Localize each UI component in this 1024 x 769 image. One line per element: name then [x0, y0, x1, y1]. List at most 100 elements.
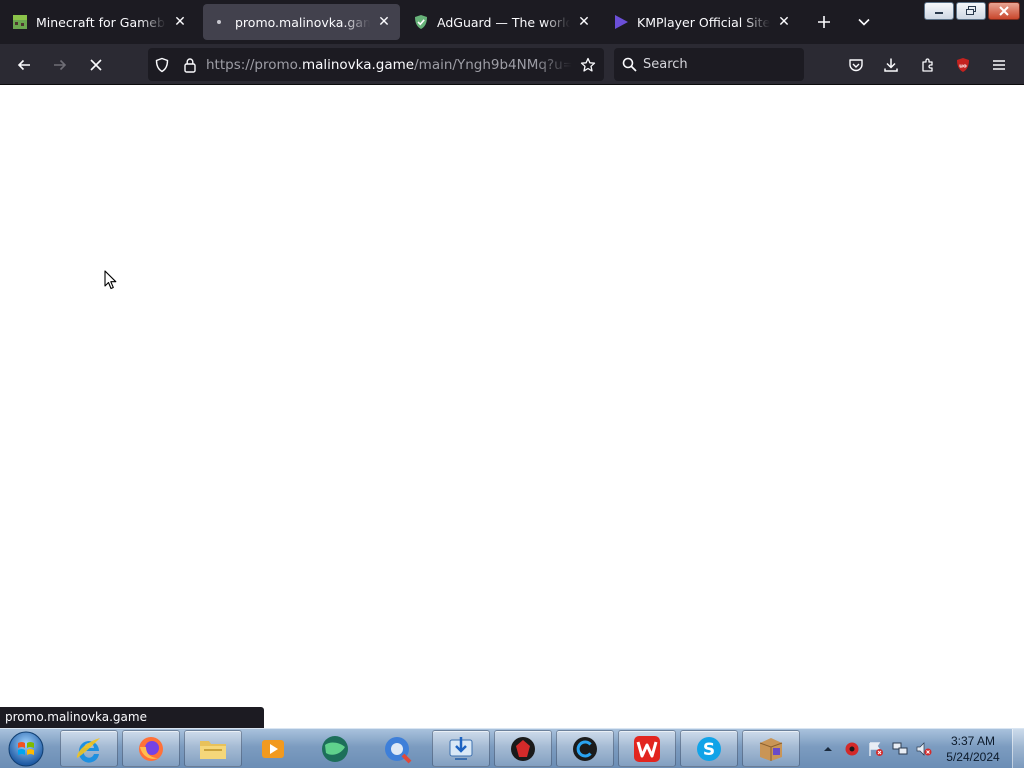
network-icon: [892, 742, 908, 755]
taskbar-media-player[interactable]: [244, 730, 302, 767]
mouse-cursor-icon: [104, 270, 118, 294]
ublock-origin-button[interactable]: uo: [948, 50, 978, 80]
windows-orb-icon: [8, 731, 44, 767]
hamburger-menu-icon: [993, 60, 1005, 70]
navigation-toolbar: https://promo.malinovka.game/main/Yngh9b…: [0, 44, 1024, 85]
download-arrow-icon: [884, 58, 898, 72]
close-window-button[interactable]: [988, 2, 1020, 20]
speaker-muted-icon: [916, 742, 932, 756]
pocket-icon: [849, 59, 863, 72]
green-globe-icon: [322, 735, 348, 762]
search-bar[interactable]: [614, 48, 804, 81]
tray-volume[interactable]: [914, 739, 934, 759]
taskbar-chrome-like[interactable]: [368, 730, 426, 767]
close-tab-icon[interactable]: ✕: [376, 14, 392, 30]
download-manager-icon: [449, 736, 473, 760]
restore-button[interactable]: [956, 2, 986, 20]
kmplayer-triangle-icon: [613, 14, 629, 30]
close-tab-icon[interactable]: ✕: [172, 14, 188, 30]
svg-text:S: S: [703, 740, 715, 760]
chevron-down-icon: [858, 18, 870, 26]
tray-network[interactable]: [890, 739, 910, 759]
window-controls: [924, 2, 1020, 20]
tab-title: promo.malinovka.game/m...: [235, 14, 370, 30]
wps-office-icon: [634, 735, 660, 762]
minimize-button[interactable]: [924, 2, 954, 20]
arrow-right-icon: [54, 59, 67, 71]
taskbar-ccleaner[interactable]: [556, 730, 614, 767]
url-path: /main/Yngh9b4NMq?u=2d...: [414, 56, 572, 73]
tab-minecraft[interactable]: Minecraft for Gameboy/ps... ✕: [4, 4, 196, 40]
file-explorer-icon: [200, 740, 226, 759]
close-tab-icon[interactable]: ✕: [776, 14, 792, 30]
tray-red-gear[interactable]: [842, 739, 862, 759]
flag-error-icon: [869, 742, 883, 756]
url-prefix: https://promo.: [206, 56, 302, 73]
minecraft-block-icon: [12, 14, 28, 30]
taskbar-skype[interactable]: S: [680, 730, 738, 767]
close-icon: [999, 6, 1009, 16]
list-all-tabs-button[interactable]: [850, 8, 878, 36]
svg-text:uo: uo: [959, 64, 967, 70]
taskbar-wps-office[interactable]: [618, 730, 676, 767]
adguard-shield-icon: [413, 14, 429, 30]
search-input[interactable]: [643, 57, 793, 72]
back-button[interactable]: [9, 50, 39, 80]
show-desktop-button[interactable]: [1012, 729, 1024, 769]
taskbar-download-manager[interactable]: [432, 730, 490, 767]
link-status-tooltip: promo.malinovka.game: [0, 707, 264, 728]
tab-malinovka[interactable]: promo.malinovka.game/m... ✕: [203, 4, 400, 40]
taskbar-ie[interactable]: [60, 730, 118, 767]
minimize-icon: [935, 12, 943, 14]
taskbar-clock[interactable]: 3:37 AM 5/24/2024: [940, 733, 1006, 765]
search-icon: [622, 57, 637, 72]
generic-dot-icon: [211, 14, 227, 30]
taskbar-green-globe[interactable]: [306, 730, 364, 767]
address-bar[interactable]: https://promo.malinovka.game/main/Yngh9b…: [148, 48, 604, 81]
clock-time: 3:37 AM: [950, 734, 996, 748]
ublock-origin-icon: uo: [957, 58, 969, 72]
start-button[interactable]: [4, 730, 48, 768]
tab-kmplayer[interactable]: KMPlayer Official Site | Best... ✕: [605, 4, 800, 40]
extensions-button[interactable]: [913, 50, 943, 80]
tab-strip: Minecraft for Gameboy/ps... ✕ promo.mali…: [0, 0, 1024, 44]
chevron-up-icon: [824, 747, 832, 751]
taskbar-file-explorer[interactable]: [184, 730, 242, 767]
skype-icon: S: [697, 736, 721, 761]
tray-action-center[interactable]: [866, 739, 886, 759]
pocket-button[interactable]: [841, 50, 871, 80]
page-content-area[interactable]: [0, 85, 1024, 728]
windows-taskbar: S 3:37 AM 5/24/2024: [0, 728, 1024, 769]
app-menu-button[interactable]: [984, 50, 1014, 80]
taskbar-firefox[interactable]: [122, 730, 180, 767]
url-host: malinovka.game: [301, 56, 415, 73]
bookmark-star-icon[interactable]: [572, 48, 604, 81]
stop-x-icon: [90, 59, 102, 71]
lock-icon[interactable]: [176, 48, 204, 81]
firefox-icon: [139, 736, 163, 761]
taskbar-red-dragon[interactable]: [494, 730, 552, 767]
tab-title: Minecraft for Gameboy/ps...: [36, 14, 166, 30]
close-tab-icon[interactable]: ✕: [576, 14, 592, 30]
show-hidden-icons-button[interactable]: [818, 739, 838, 759]
clock-date: 5/24/2024: [946, 750, 1000, 764]
url-text[interactable]: https://promo.malinovka.game/main/Yngh9b…: [204, 57, 572, 73]
restore-icon: [966, 6, 976, 15]
ie-icon: [76, 737, 100, 763]
puzzle-piece-icon: [922, 58, 933, 72]
taskbar-winrar[interactable]: [742, 730, 800, 767]
tracking-protection-shield-icon[interactable]: [148, 48, 176, 81]
arrow-left-icon: [17, 59, 30, 71]
stop-loading-button[interactable]: [81, 50, 111, 80]
media-player-icon: [262, 739, 284, 758]
tab-title: KMPlayer Official Site | Best...: [637, 14, 770, 30]
red-gear-icon: [845, 742, 859, 756]
ccleaner-icon: [573, 736, 597, 761]
forward-button[interactable]: [45, 50, 75, 80]
downloads-button[interactable]: [876, 50, 906, 80]
red-dragon-icon: [511, 736, 535, 761]
plus-icon: [818, 16, 830, 28]
new-tab-button[interactable]: [810, 8, 838, 36]
chrome-like-icon: [385, 736, 412, 763]
tab-adguard[interactable]: AdGuard — The world's m... ✕: [405, 4, 600, 40]
